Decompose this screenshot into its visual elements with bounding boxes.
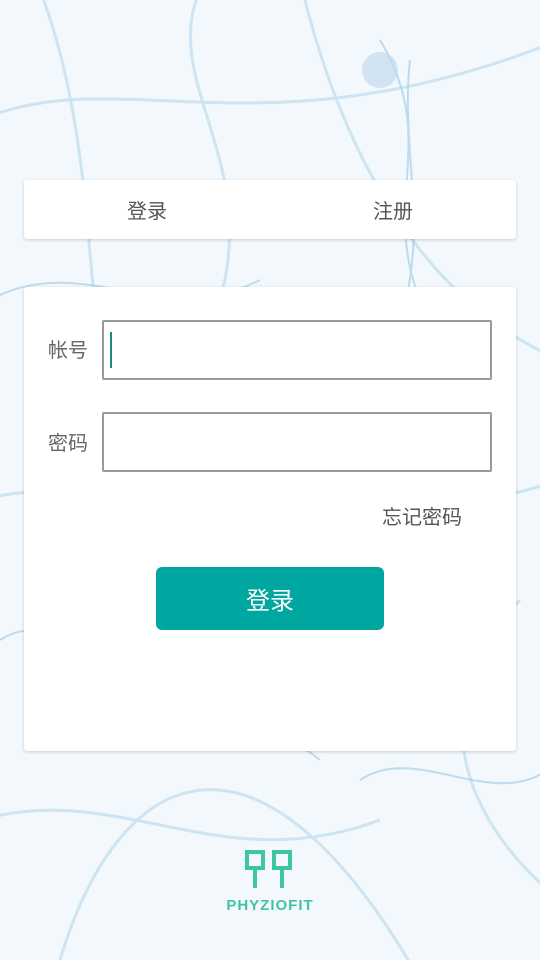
login-card: 帐号 密码 忘记密码 登录 [24, 287, 516, 751]
tab-login[interactable]: 登录 [24, 180, 270, 239]
text-caret [110, 332, 112, 368]
password-label: 密码 [48, 431, 88, 455]
login-button[interactable]: 登录 [156, 567, 384, 630]
account-label: 帐号 [48, 338, 88, 362]
tab-register[interactable]: 注册 [270, 180, 516, 239]
logo-text: PHYZIOFIT [226, 897, 313, 914]
forgot-password-link[interactable]: 忘记密码 [382, 501, 462, 530]
password-field[interactable] [102, 412, 492, 472]
phyziofit-logo: PHYZIOFIT [226, 850, 313, 914]
auth-tabs: 登录 注册 [24, 180, 516, 239]
account-field[interactable] [102, 320, 492, 380]
